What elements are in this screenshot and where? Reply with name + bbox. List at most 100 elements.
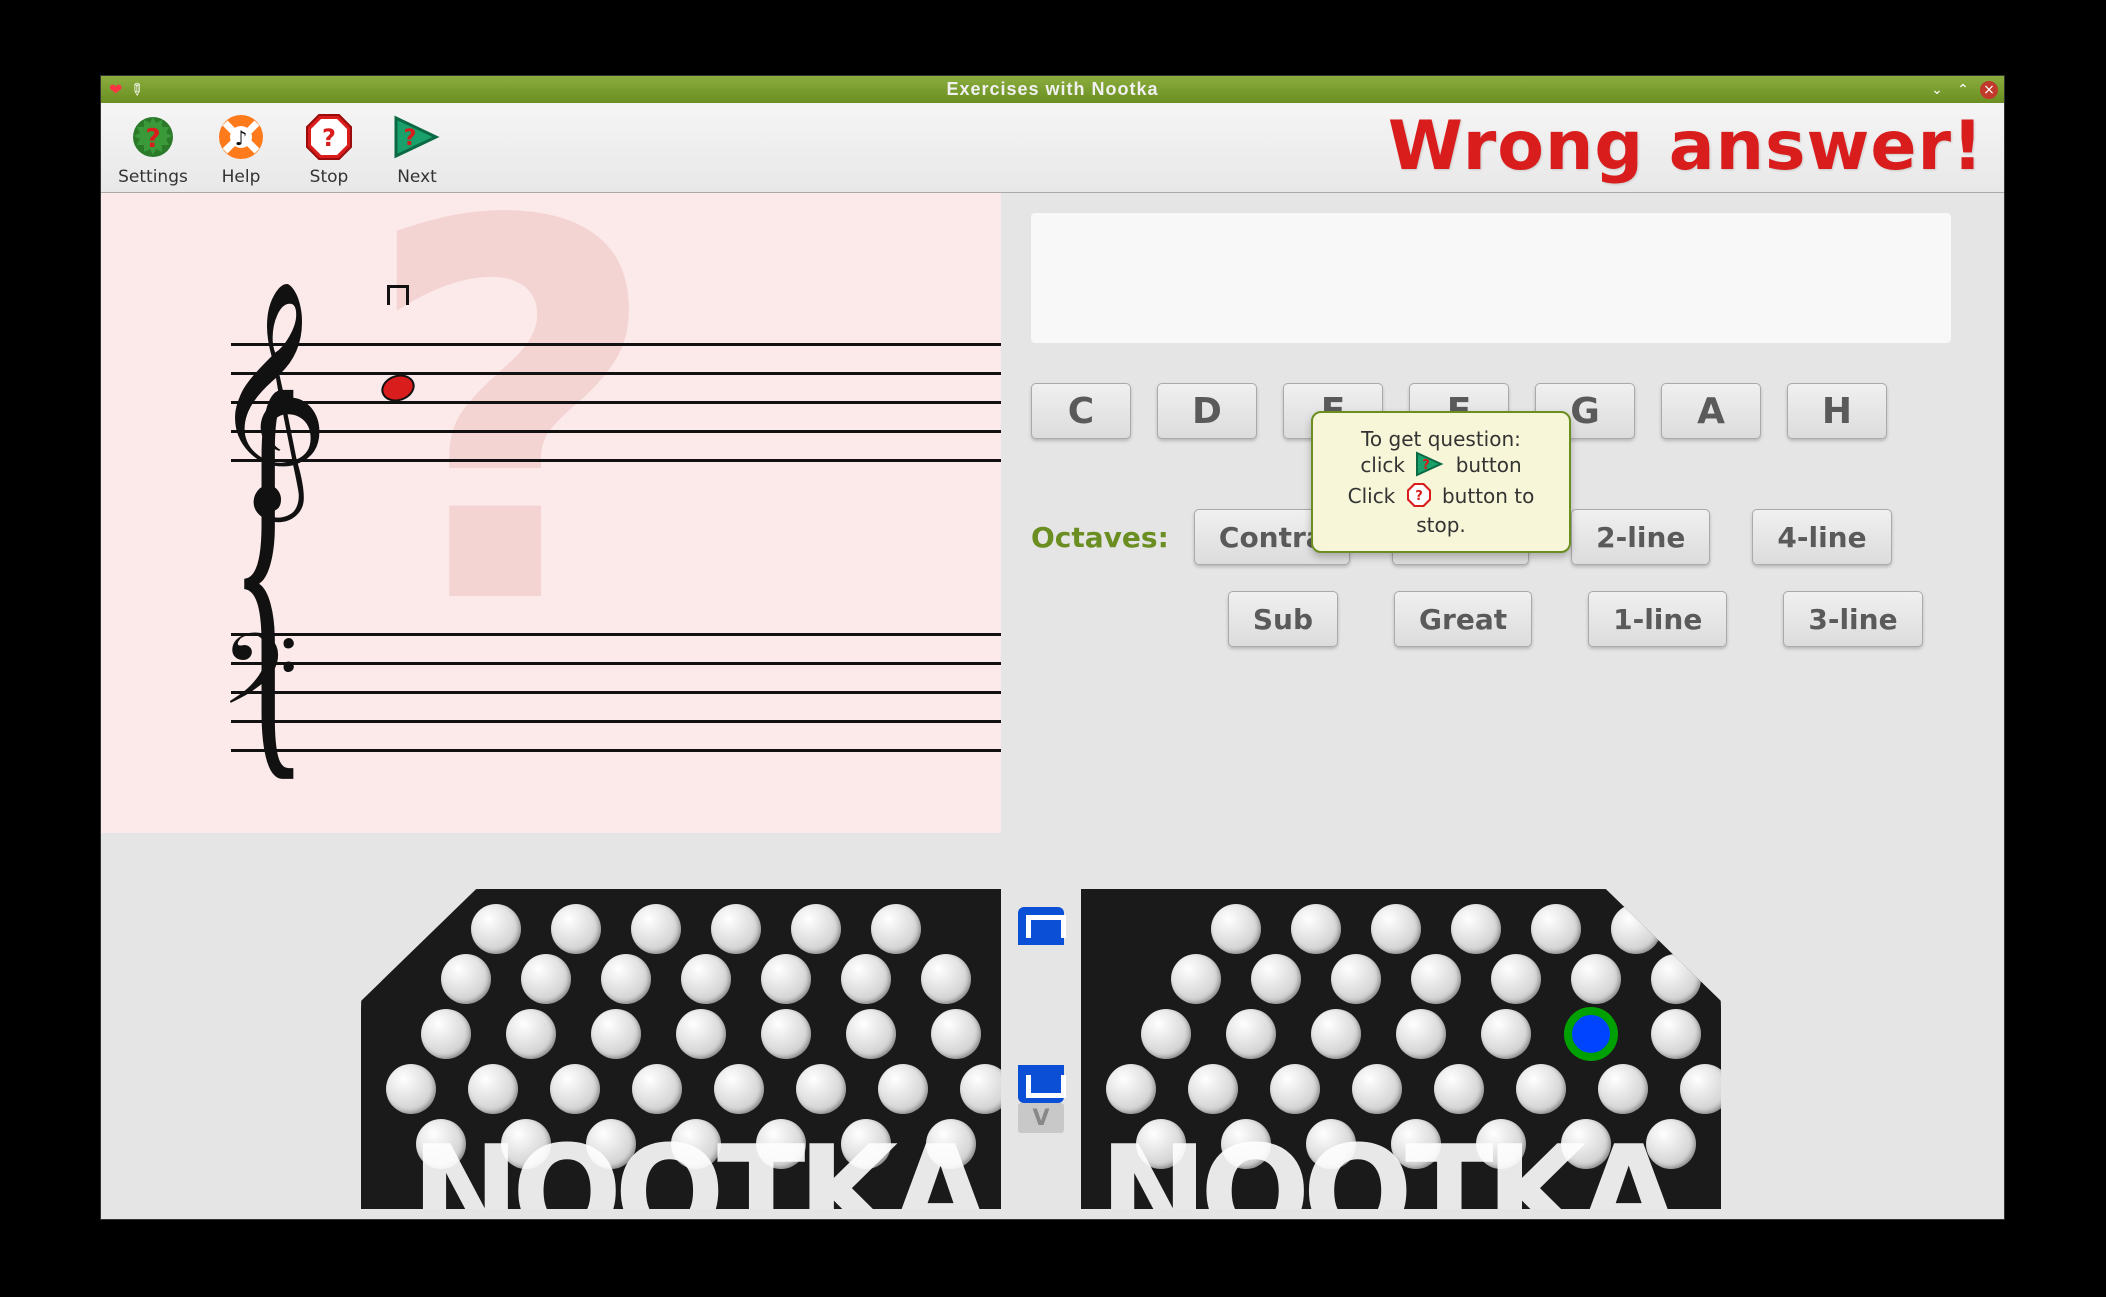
bandoneon-button[interactable] <box>506 1009 556 1059</box>
close-button[interactable]: × <box>1980 81 1998 99</box>
bandoneon-button[interactable] <box>871 904 921 954</box>
next-play-icon: ? <box>373 109 461 165</box>
bandoneon-button[interactable] <box>1451 904 1501 954</box>
octave-button-4line[interactable]: 4-line <box>1752 509 1891 565</box>
bandoneon-button[interactable] <box>1291 904 1341 954</box>
bandoneon-button[interactable] <box>841 954 891 1004</box>
stop-sign-icon: ? <box>1406 482 1432 513</box>
bandoneon-button[interactable] <box>591 1009 641 1059</box>
octave-button-1line[interactable]: 1-line <box>1588 591 1727 647</box>
bellows-close-button[interactable] <box>1018 1065 1064 1103</box>
bandoneon-button[interactable] <box>386 1064 436 1114</box>
bandoneon-button[interactable] <box>1371 904 1421 954</box>
note-button-a[interactable]: A <box>1661 383 1761 439</box>
help-label: Help <box>197 167 285 187</box>
score-panel[interactable]: { 𝄞 𝄢 <box>101 193 1001 833</box>
bellows-controls: V <box>1001 889 1081 1133</box>
bandoneon-button[interactable] <box>1611 904 1661 954</box>
svg-text:♪: ♪ <box>235 126 248 150</box>
bandoneon-button[interactable] <box>1106 1064 1156 1114</box>
bandoneon-button-highlighted[interactable] <box>1566 1009 1616 1059</box>
bandoneon-button[interactable] <box>601 954 651 1004</box>
bandoneon-button[interactable] <box>550 1064 600 1114</box>
bandoneon-button[interactable] <box>846 1009 896 1059</box>
bandoneon-button[interactable] <box>551 904 601 954</box>
bandoneon-button[interactable] <box>761 1009 811 1059</box>
bandoneon-button[interactable] <box>1516 1064 1566 1114</box>
gear-question-icon: ? <box>109 109 197 165</box>
bandoneon-button[interactable] <box>521 954 571 1004</box>
bandoneon-button[interactable] <box>1171 954 1221 1004</box>
bandoneon-button[interactable] <box>761 954 811 1004</box>
bandoneon-button[interactable] <box>1434 1064 1484 1114</box>
bellows-open-button[interactable] <box>1018 907 1064 945</box>
bandoneon-button[interactable] <box>1270 1064 1320 1114</box>
bandoneon-button[interactable] <box>1331 954 1381 1004</box>
bandoneon-button[interactable] <box>632 1064 682 1114</box>
bandoneon-button[interactable] <box>1251 954 1301 1004</box>
settings-button[interactable]: ? Settings <box>109 109 197 187</box>
svg-text:?: ? <box>322 124 336 152</box>
note-button-d[interactable]: D <box>1157 383 1257 439</box>
answer-panel: C D E F G A H To get question: click ? b… <box>1031 213 1951 673</box>
stop-label: Stop <box>285 167 373 187</box>
hint-tooltip: To get question: click ? button Click ? <box>1311 411 1571 553</box>
maximize-button[interactable]: ⌃ <box>1954 81 1972 99</box>
bandoneon-button[interactable] <box>711 904 761 954</box>
bandoneon-button[interactable] <box>1481 1009 1531 1059</box>
bandoneon-button[interactable] <box>1651 954 1701 1004</box>
bandoneon-button[interactable] <box>681 954 731 1004</box>
bass-staff <box>231 633 1001 778</box>
svg-text:?: ? <box>145 124 160 154</box>
bandoneon-button[interactable] <box>931 1009 981 1059</box>
bandoneon-button[interactable] <box>1531 904 1581 954</box>
content-area: { 𝄞 𝄢 C D E F G A H <box>101 193 2004 1219</box>
bandoneon-button[interactable] <box>1141 1009 1191 1059</box>
bandoneon-button[interactable] <box>960 1064 1001 1114</box>
bandoneon-button[interactable] <box>791 904 841 954</box>
bandoneon-button[interactable] <box>1571 954 1621 1004</box>
bandoneon-button[interactable] <box>1396 1009 1446 1059</box>
octave-button-great[interactable]: Great <box>1394 591 1532 647</box>
bandoneon-left[interactable]: NOOTKA <box>361 889 1001 1209</box>
bandoneon-button[interactable] <box>921 954 971 1004</box>
brand-text: NOOTKA <box>1099 1117 1671 1209</box>
bandoneon-button[interactable] <box>468 1064 518 1114</box>
bandoneon-button[interactable] <box>676 1009 726 1059</box>
bandoneon-button[interactable] <box>631 904 681 954</box>
bandoneon-button[interactable] <box>421 1009 471 1059</box>
next-play-icon: ? <box>1415 451 1445 482</box>
bandoneon-button[interactable] <box>714 1064 764 1114</box>
octave-button-3line[interactable]: 3-line <box>1783 591 1922 647</box>
tooltip-line3: Click ? button to stop. <box>1325 482 1557 537</box>
bandoneon-button[interactable] <box>796 1064 846 1114</box>
octave-button-2line[interactable]: 2-line <box>1571 509 1710 565</box>
settings-label: Settings <box>109 167 197 187</box>
bandoneon-button[interactable] <box>1188 1064 1238 1114</box>
bandoneon-button[interactable] <box>1680 1064 1721 1114</box>
bellows-neutral-button[interactable]: V <box>1018 1103 1064 1133</box>
note-button-c[interactable]: C <box>1031 383 1131 439</box>
bandoneon-button[interactable] <box>1352 1064 1402 1114</box>
bandoneon-button[interactable] <box>441 954 491 1004</box>
bandoneon-button[interactable] <box>1491 954 1541 1004</box>
tooltip-line1: To get question: <box>1325 427 1557 451</box>
bandoneon-button[interactable] <box>1411 954 1461 1004</box>
help-button[interactable]: ♪ Help <box>197 109 285 187</box>
bandoneon-button[interactable] <box>1211 904 1261 954</box>
bandoneon-button[interactable] <box>1311 1009 1361 1059</box>
bandoneon-button[interactable] <box>1598 1064 1648 1114</box>
next-label: Next <box>373 167 461 187</box>
bandoneon-button[interactable] <box>1651 1009 1701 1059</box>
octave-button-sub[interactable]: Sub <box>1228 591 1338 647</box>
bellows-open-mark-icon <box>387 285 409 305</box>
note-button-h[interactable]: H <box>1787 383 1887 439</box>
stop-button[interactable]: ? Stop <box>285 109 373 187</box>
bandoneon-button[interactable] <box>471 904 521 954</box>
instrument-panel: NOOTKA V NOOTKA <box>301 889 1781 1219</box>
minimize-button[interactable]: ⌄ <box>1928 81 1946 99</box>
bandoneon-button[interactable] <box>878 1064 928 1114</box>
next-button[interactable]: ? Next <box>373 109 461 187</box>
bandoneon-button[interactable] <box>1226 1009 1276 1059</box>
bandoneon-right[interactable]: NOOTKA <box>1081 889 1721 1209</box>
